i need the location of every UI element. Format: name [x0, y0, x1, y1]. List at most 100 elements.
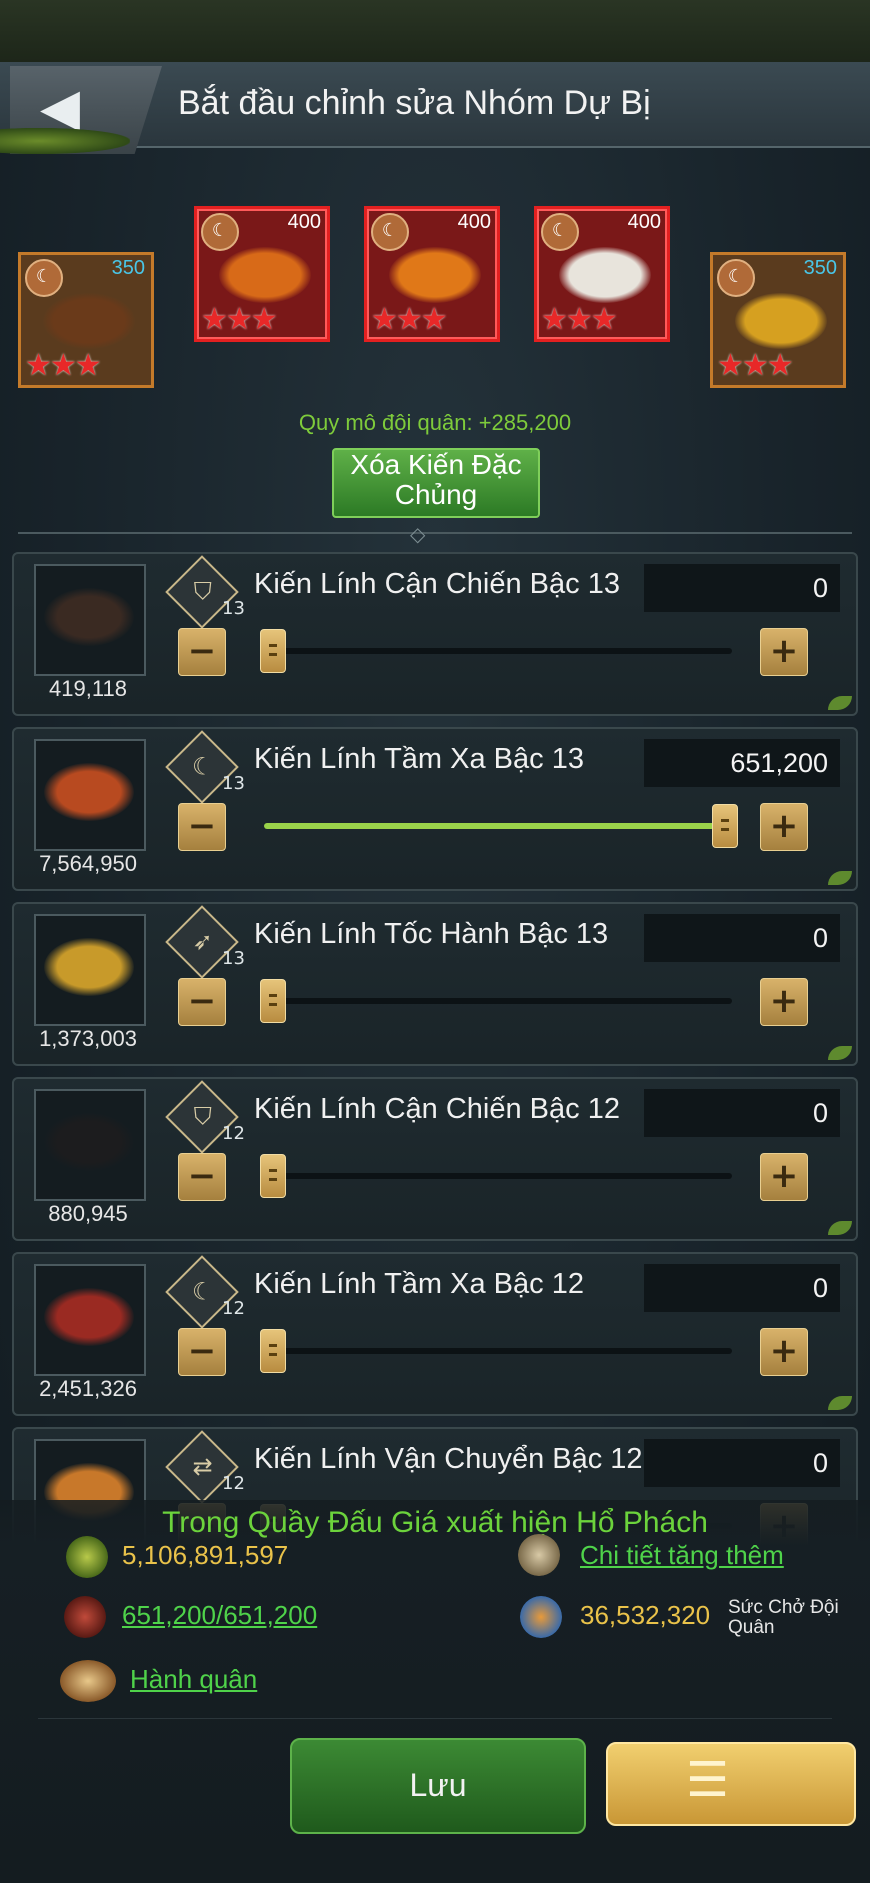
troop-row: 880,945 ⛉ 12 Kiến Lính Cận Chiến Bậc 12 0− +	[12, 1077, 858, 1241]
stats-chart-icon[interactable]	[518, 1534, 560, 1576]
decrease-button[interactable]: −	[178, 628, 226, 676]
quantity-slider[interactable]	[260, 1329, 732, 1373]
troop-tier: 13	[222, 948, 245, 969]
troop-tier: 13	[222, 773, 245, 794]
save-button[interactable]: Lưu	[290, 1738, 586, 1834]
ant-troops-icon	[64, 1596, 106, 1638]
star-rating: ★★★	[541, 302, 618, 337]
troop-tier: 12	[222, 1123, 245, 1144]
quantity-slider[interactable]	[260, 979, 732, 1023]
troop-row: 7,564,950 ☾ 13 Kiến Lính Tầm Xa Bậc 13 651,2…	[12, 727, 858, 891]
announcement-marquee: Trong Quầy Đấu Giá xuất hiện Hổ Phách	[162, 1506, 708, 1539]
leaf-decoration	[0, 128, 130, 154]
ant-portrait	[735, 293, 827, 349]
troop-name: Kiến Lính Tầm Xa Bậc 12	[254, 1268, 584, 1300]
troop-quantity-input[interactable]: 0	[644, 564, 840, 612]
leaf-decoration	[828, 1046, 852, 1060]
troop-name: Kiến Lính Tốc Hành Bậc 13	[254, 918, 609, 950]
increase-button[interactable]: +	[760, 628, 808, 676]
troop-row: 1,373,003 ➶ 13 Kiến Lính Tốc Hành Bậc 13 0− +	[12, 902, 858, 1066]
ant-image	[44, 938, 134, 996]
special-ant-card[interactable]: ☾ 400 ★★★	[194, 206, 330, 342]
troop-available: 1,373,003	[39, 1026, 137, 1051]
special-ant-card[interactable]: ☾ 350 ★★★	[710, 252, 846, 388]
divider	[18, 532, 852, 534]
troop-tier: 13	[222, 598, 245, 619]
special-ant-card[interactable]: ☾ 400 ★★★	[534, 206, 670, 342]
quantity-slider[interactable]	[260, 629, 732, 673]
troop-tier: 12	[222, 1298, 245, 1319]
slider-fill	[264, 823, 732, 829]
decrease-button[interactable]: −	[178, 978, 226, 1026]
claw-badge-icon: ☾	[717, 259, 755, 297]
troop-quantity-input[interactable]: 0	[644, 1089, 840, 1137]
troop-available: 880,945	[48, 1201, 128, 1226]
star-rating: ★★★	[25, 348, 102, 383]
troop-row: 419,118 ⛉ 13 Kiến Lính Cận Chiến Bậc 13 0− +	[12, 552, 858, 716]
separator	[38, 1718, 832, 1719]
slider-handle[interactable]	[260, 1329, 286, 1373]
troop-name: Kiến Lính Cận Chiến Bậc 12	[254, 1093, 620, 1125]
auto-fill-button[interactable]: ☰	[606, 1742, 856, 1826]
load-capacity-icon	[520, 1596, 562, 1638]
troop-quantity-input[interactable]: 0	[644, 914, 840, 962]
ant-cost: 400	[457, 211, 491, 233]
army-scale-text: Quy mô đội quân: +285,200	[298, 410, 572, 435]
ant-cost: 350	[111, 257, 145, 279]
troop-tier: 12	[222, 1473, 245, 1494]
claw-icon: ☰	[686, 1752, 730, 1808]
special-ant-card[interactable]: ☾ 350 ★★★	[18, 252, 154, 388]
leaf-decoration	[828, 871, 852, 885]
troop-row: 2,451,326 ☾ 12 Kiến Lính Tầm Xa Bậc 12 0− +	[12, 1252, 858, 1416]
quantity-slider[interactable]	[260, 1154, 732, 1198]
increase-button[interactable]: +	[760, 978, 808, 1026]
page-title: Bắt đầu chỉnh sửa Nhóm Dự Bị	[178, 84, 651, 122]
troop-portrait	[34, 1264, 146, 1376]
increase-button[interactable]: +	[760, 1328, 808, 1376]
clear-special-ants-button[interactable]: Xóa Kiến Đặc Chủng	[332, 448, 540, 518]
troop-quantity-input[interactable]: 0	[644, 1264, 840, 1312]
decrease-button[interactable]: −	[178, 803, 226, 851]
troop-portrait	[34, 1089, 146, 1201]
ant-portrait	[219, 247, 311, 303]
slider-handle[interactable]	[712, 804, 738, 848]
march-link[interactable]: Hành quân	[130, 1664, 257, 1695]
troop-quantity-input[interactable]: 651,200	[644, 739, 840, 787]
troop-portrait	[34, 739, 146, 851]
ant-cost: 400	[287, 211, 321, 233]
ant-image	[44, 588, 134, 646]
load-label: Sức Chở Đội Quân	[728, 1597, 839, 1638]
ant-cost: 400	[627, 211, 661, 233]
troop-available: 2,451,326	[39, 1376, 137, 1401]
troop-name: Kiến Lính Cận Chiến Bậc 13	[254, 568, 620, 600]
increase-button[interactable]: +	[760, 803, 808, 851]
ant-image	[44, 1113, 134, 1171]
details-link[interactable]: Chi tiết tăng thêm	[580, 1540, 784, 1571]
ant-image	[44, 1288, 134, 1346]
leaf-decoration	[828, 1221, 852, 1235]
slider-handle[interactable]	[260, 629, 286, 673]
quantity-slider[interactable]	[264, 804, 738, 848]
load-value: 36,532,320	[580, 1600, 711, 1630]
increase-button[interactable]: +	[760, 1153, 808, 1201]
slider-handle[interactable]	[260, 979, 286, 1023]
claw-badge-icon: ☾	[541, 213, 579, 251]
special-ant-card[interactable]: ☾ 400 ★★★	[364, 206, 500, 342]
ant-image	[44, 763, 134, 821]
decrease-button[interactable]: −	[178, 1328, 226, 1376]
troop-quantity-input[interactable]: 0	[644, 1439, 840, 1487]
troop-name: Kiến Lính Vận Chuyển Bậc 12	[254, 1443, 643, 1475]
troops-count-link[interactable]: 651,200/651,200	[122, 1600, 317, 1631]
star-rating: ★★★	[717, 348, 794, 383]
troop-available: 7,564,950	[39, 851, 137, 876]
power-value: 5,106,891,597	[122, 1540, 289, 1570]
snail-march-icon	[60, 1660, 116, 1702]
claw-badge-icon: ☾	[371, 213, 409, 251]
troop-portrait	[34, 914, 146, 1026]
decrease-button[interactable]: −	[178, 1153, 226, 1201]
star-rating: ★★★	[201, 302, 278, 337]
slider-handle[interactable]	[260, 1154, 286, 1198]
ant-cost: 350	[803, 257, 837, 279]
star-rating: ★★★	[371, 302, 448, 337]
ant-portrait	[43, 293, 135, 349]
